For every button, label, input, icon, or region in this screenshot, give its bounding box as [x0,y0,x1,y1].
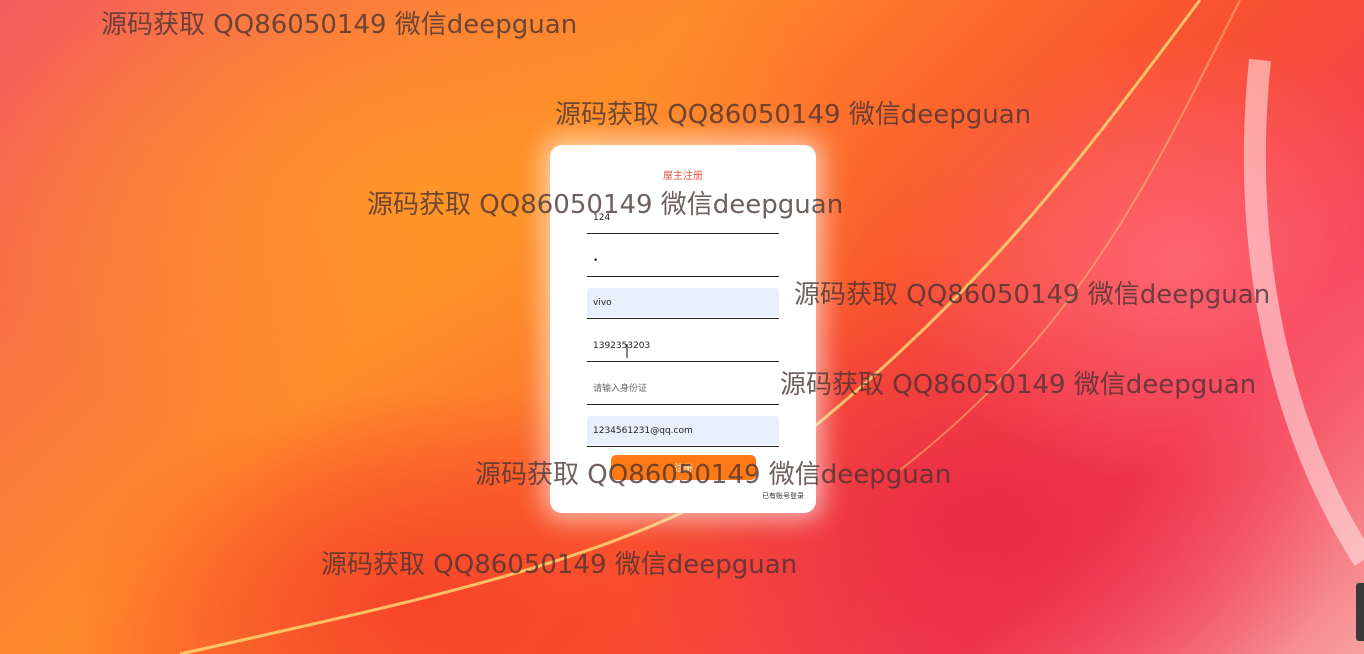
watermark-text: 源码获取 QQ86050149 微信deepguan [794,280,1271,310]
watermark-text: 源码获取 QQ86050149 微信deepguan [321,550,798,580]
name-input[interactable] [587,288,779,317]
watermark-text: 源码获取 QQ86050149 微信deepguan [555,100,1032,130]
phone-input[interactable] [587,331,779,360]
password-field[interactable] [587,243,779,277]
email-field[interactable] [587,413,779,447]
username-input[interactable] [587,203,779,232]
id-card-input[interactable] [587,374,779,403]
side-tab[interactable] [1356,583,1364,641]
register-button[interactable]: 注册 [611,455,756,480]
email-input[interactable] [587,416,779,445]
login-link[interactable]: 已有账号登录 [762,491,804,501]
phone-field[interactable] [587,328,779,362]
password-input[interactable] [587,246,779,275]
id-card-field[interactable] [587,371,779,405]
register-card: 屋主注册 注册 已有账号登录 [550,145,816,513]
username-field[interactable] [587,200,779,234]
text-cursor-icon [626,344,628,358]
watermark-text: 源码获取 QQ86050149 微信deepguan [780,370,1257,400]
page-title: 屋主注册 [663,171,703,182]
name-field[interactable] [587,285,779,319]
watermark-text: 源码获取 QQ86050149 微信deepguan [101,10,578,40]
